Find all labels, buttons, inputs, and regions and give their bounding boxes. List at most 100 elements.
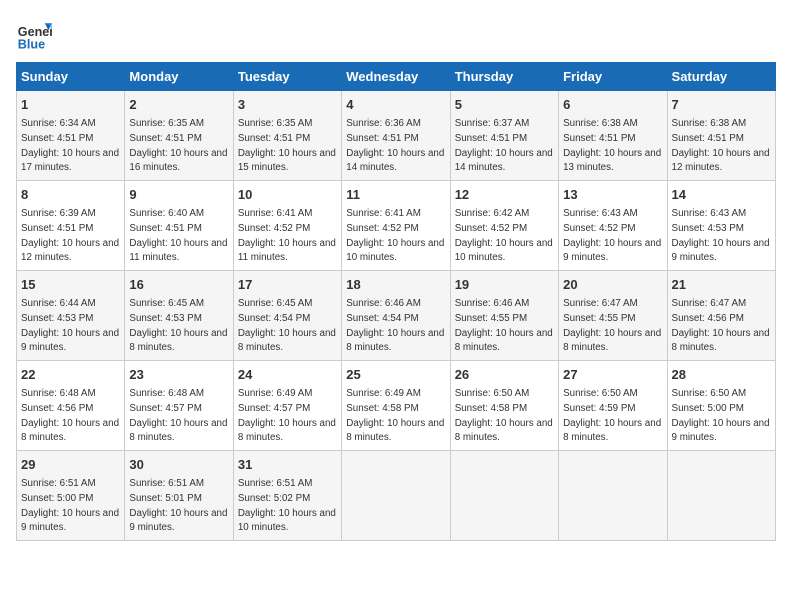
day-detail: Sunrise: 6:45 AMSunset: 4:54 PMDaylight:… [238,298,336,353]
calendar-cell: 26 Sunrise: 6:50 AMSunset: 4:58 PMDayligh… [450,361,558,451]
calendar-week-5: 29 Sunrise: 6:51 AMSunset: 5:00 PMDayligh… [17,451,776,541]
calendar-cell: 10 Sunrise: 6:41 AMSunset: 4:52 PMDayligh… [233,181,341,271]
calendar-cell [450,451,558,541]
day-number: 31 [238,456,337,474]
header-thursday: Thursday [450,63,558,91]
day-number: 22 [21,366,120,384]
calendar-cell: 6Sunrise: 6:38 AMSunset: 4:51 PMDaylight… [559,91,667,181]
calendar-week-3: 15Sunrise: 6:44 AMSunset: 4:53 PMDayligh… [17,271,776,361]
calendar-cell: 1Sunrise: 6:34 AMSunset: 4:51 PMDaylight… [17,91,125,181]
day-number: 18 [346,276,445,294]
day-detail: Sunrise: 6:47 AMSunset: 4:56 PMDaylight:… [672,298,770,353]
day-number: 30 [129,456,228,474]
calendar-cell [342,451,450,541]
day-number: 17 [238,276,337,294]
day-number: 9 [129,186,228,204]
day-detail: Sunrise: 6:51 AMSunset: 5:00 PMDaylight:… [21,478,119,533]
svg-text:Blue: Blue [18,37,45,51]
day-detail: Sunrise: 6:38 AMSunset: 4:51 PMDaylight:… [563,118,661,173]
calendar-cell: 19 Sunrise: 6:46 AMSunset: 4:55 PMDayligh… [450,271,558,361]
day-number: 16 [129,276,228,294]
calendar-cell [667,451,775,541]
day-detail: Sunrise: 6:49 AMSunset: 4:57 PMDaylight:… [238,388,336,443]
day-detail: Sunrise: 6:48 AMSunset: 4:57 PMDaylight:… [129,388,227,443]
day-detail: Sunrise: 6:37 AMSunset: 4:51 PMDaylight:… [455,118,553,173]
calendar-table: SundayMondayTuesdayWednesdayThursdayFrid… [16,62,776,541]
calendar-cell: 14 Sunrise: 6:43 AMSunset: 4:53 PMDayligh… [667,181,775,271]
calendar-cell: 9 Sunrise: 6:40 AMSunset: 4:51 PMDaylight… [125,181,233,271]
day-detail: Sunrise: 6:38 AMSunset: 4:51 PMDaylight:… [672,118,770,173]
day-detail: Sunrise: 6:39 AMSunset: 4:51 PMDaylight:… [21,208,119,263]
calendar-cell: 13 Sunrise: 6:43 AMSunset: 4:52 PMDayligh… [559,181,667,271]
calendar-cell: 2Sunrise: 6:35 AMSunset: 4:51 PMDaylight… [125,91,233,181]
day-detail: Sunrise: 6:45 AMSunset: 4:53 PMDaylight:… [129,298,227,353]
header-wednesday: Wednesday [342,63,450,91]
calendar-cell: 11 Sunrise: 6:41 AMSunset: 4:52 PMDayligh… [342,181,450,271]
day-detail: Sunrise: 6:46 AMSunset: 4:55 PMDaylight:… [455,298,553,353]
day-detail: Sunrise: 6:51 AMSunset: 5:02 PMDaylight:… [238,478,336,533]
day-detail: Sunrise: 6:48 AMSunset: 4:56 PMDaylight:… [21,388,119,443]
calendar-cell: 3 Sunrise: 6:35 AMSunset: 4:51 PMDaylight… [233,91,341,181]
calendar-cell: 15Sunrise: 6:44 AMSunset: 4:53 PMDayligh… [17,271,125,361]
calendar-cell: 8 Sunrise: 6:39 AMSunset: 4:51 PMDaylight… [17,181,125,271]
calendar-cell: 27Sunrise: 6:50 AMSunset: 4:59 PMDayligh… [559,361,667,451]
calendar-cell: 7 Sunrise: 6:38 AMSunset: 4:51 PMDaylight… [667,91,775,181]
calendar-cell: 24 Sunrise: 6:49 AMSunset: 4:57 PMDayligh… [233,361,341,451]
header-friday: Friday [559,63,667,91]
day-detail: Sunrise: 6:43 AMSunset: 4:53 PMDaylight:… [672,208,770,263]
day-number: 26 [455,366,554,384]
day-detail: Sunrise: 6:49 AMSunset: 4:58 PMDaylight:… [346,388,444,443]
header-saturday: Saturday [667,63,775,91]
day-number: 19 [455,276,554,294]
header-sunday: Sunday [17,63,125,91]
day-detail: Sunrise: 6:50 AMSunset: 4:58 PMDaylight:… [455,388,553,443]
header-row: SundayMondayTuesdayWednesdayThursdayFrid… [17,63,776,91]
day-number: 3 [238,96,337,114]
day-number: 4 [346,96,445,114]
logo: General Blue [16,16,52,52]
day-number: 10 [238,186,337,204]
calendar-cell: 28Sunrise: 6:50 AMSunset: 5:00 PMDayligh… [667,361,775,451]
day-number: 13 [563,186,662,204]
day-detail: Sunrise: 6:51 AMSunset: 5:01 PMDaylight:… [129,478,227,533]
calendar-cell: 5 Sunrise: 6:37 AMSunset: 4:51 PMDaylight… [450,91,558,181]
day-number: 14 [672,186,771,204]
day-detail: Sunrise: 6:50 AMSunset: 4:59 PMDaylight:… [563,388,661,443]
day-number: 25 [346,366,445,384]
calendar-cell: 17 Sunrise: 6:45 AMSunset: 4:54 PMDayligh… [233,271,341,361]
day-number: 23 [129,366,228,384]
day-number: 29 [21,456,120,474]
day-number: 8 [21,186,120,204]
calendar-cell: 31 Sunrise: 6:51 AMSunset: 5:02 PMDayligh… [233,451,341,541]
day-detail: Sunrise: 6:42 AMSunset: 4:52 PMDaylight:… [455,208,553,263]
day-number: 12 [455,186,554,204]
calendar-cell: 29 Sunrise: 6:51 AMSunset: 5:00 PMDayligh… [17,451,125,541]
day-number: 28 [672,366,771,384]
calendar-cell: 23 Sunrise: 6:48 AMSunset: 4:57 PMDayligh… [125,361,233,451]
day-detail: Sunrise: 6:40 AMSunset: 4:51 PMDaylight:… [129,208,227,263]
day-detail: Sunrise: 6:36 AMSunset: 4:51 PMDaylight:… [346,118,444,173]
day-number: 24 [238,366,337,384]
calendar-cell: 12 Sunrise: 6:42 AMSunset: 4:52 PMDayligh… [450,181,558,271]
calendar-cell: 4 Sunrise: 6:36 AMSunset: 4:51 PMDaylight… [342,91,450,181]
calendar-week-2: 8 Sunrise: 6:39 AMSunset: 4:51 PMDaylight… [17,181,776,271]
day-number: 5 [455,96,554,114]
day-detail: Sunrise: 6:41 AMSunset: 4:52 PMDaylight:… [238,208,336,263]
day-number: 11 [346,186,445,204]
day-detail: Sunrise: 6:41 AMSunset: 4:52 PMDaylight:… [346,208,444,263]
day-number: 15 [21,276,120,294]
day-number: 7 [672,96,771,114]
calendar-cell [559,451,667,541]
calendar-cell: 22 Sunrise: 6:48 AMSunset: 4:56 PMDayligh… [17,361,125,451]
day-detail: Sunrise: 6:35 AMSunset: 4:51 PMDaylight:… [238,118,336,173]
day-detail: Sunrise: 6:43 AMSunset: 4:52 PMDaylight:… [563,208,661,263]
header-tuesday: Tuesday [233,63,341,91]
page-header: General Blue [16,16,776,52]
day-detail: Sunrise: 6:46 AMSunset: 4:54 PMDaylight:… [346,298,444,353]
day-detail: Sunrise: 6:47 AMSunset: 4:55 PMDaylight:… [563,298,661,353]
calendar-cell: 20Sunrise: 6:47 AMSunset: 4:55 PMDayligh… [559,271,667,361]
day-number: 21 [672,276,771,294]
day-detail: Sunrise: 6:34 AMSunset: 4:51 PMDaylight:… [21,118,119,173]
header-monday: Monday [125,63,233,91]
calendar-week-4: 22 Sunrise: 6:48 AMSunset: 4:56 PMDayligh… [17,361,776,451]
